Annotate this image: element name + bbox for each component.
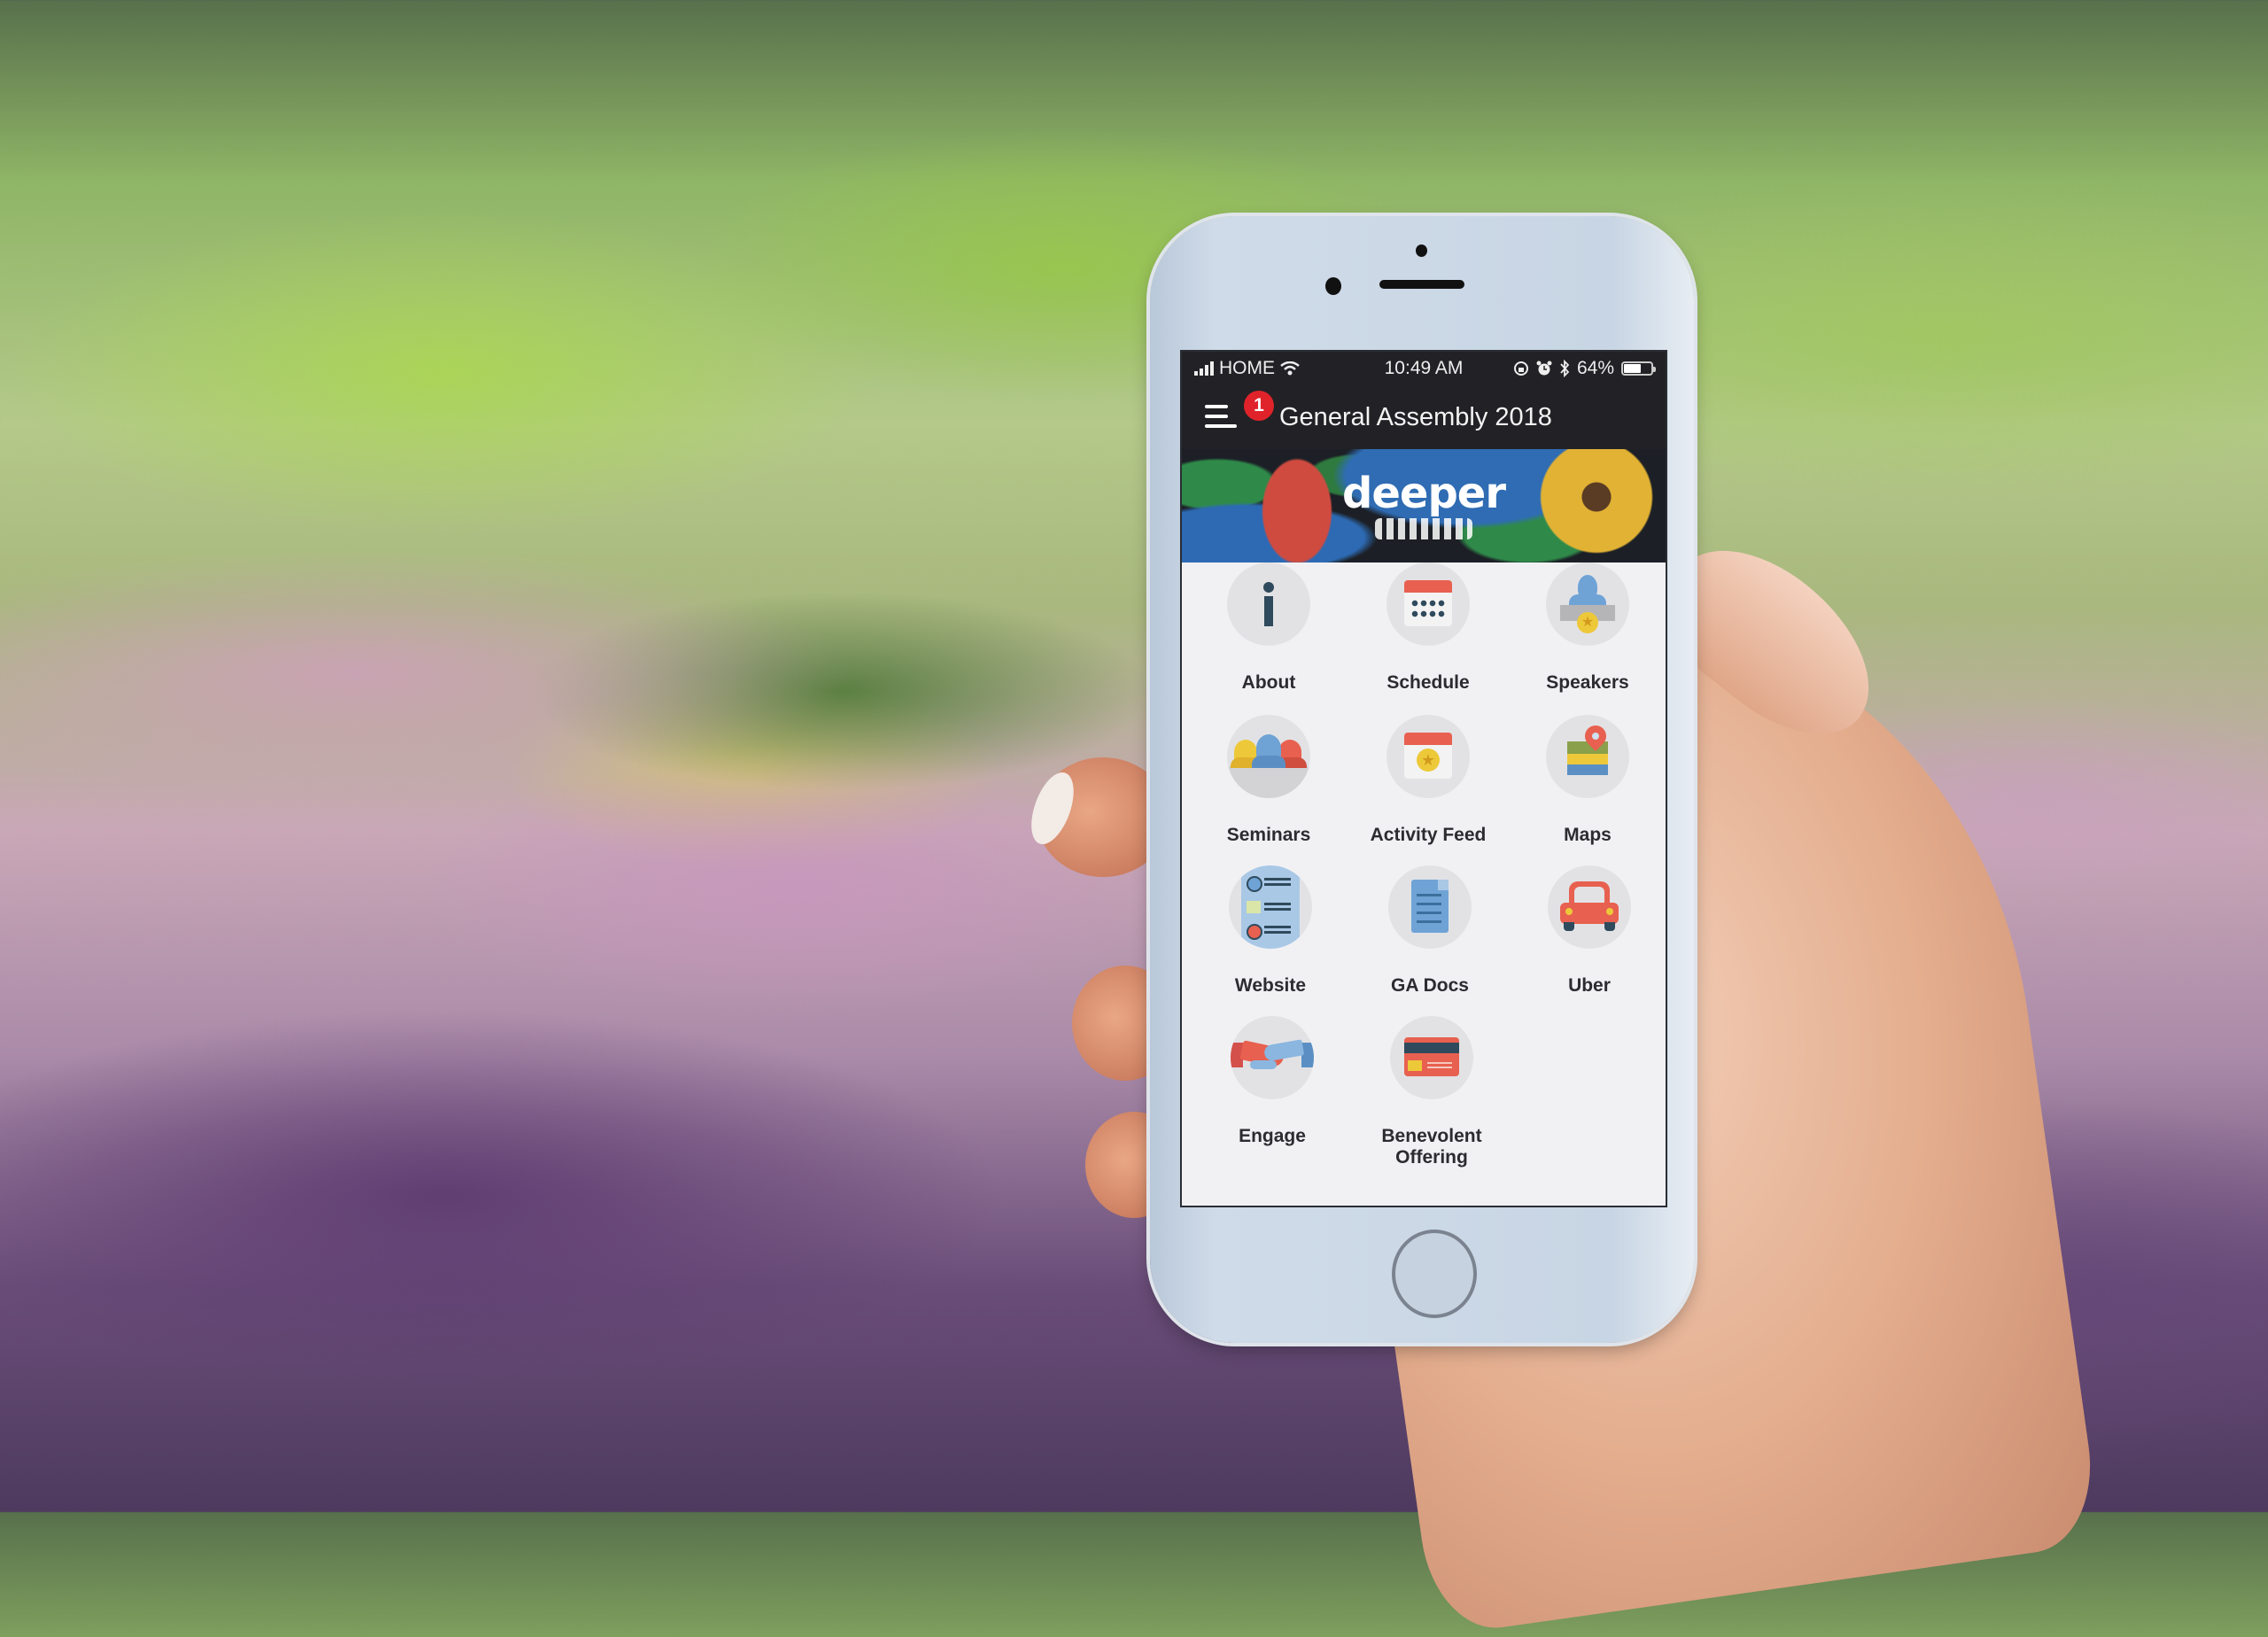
home-button[interactable] [1392, 1230, 1477, 1318]
info-icon [1227, 562, 1310, 646]
calendar-star-icon: ★ [1386, 715, 1470, 798]
wifi-icon [1280, 361, 1300, 376]
notification-badge: 1 [1244, 391, 1274, 421]
tile-label: Engage [1239, 1126, 1306, 1146]
battery-percent: 64% [1576, 358, 1614, 378]
credit-card-icon [1390, 1016, 1473, 1099]
clock: 10:49 AM [1384, 358, 1464, 378]
phone-screen: HOME 10:49 AM 64% 1 General Assembly 201… [1180, 350, 1667, 1207]
tile-label: Website [1234, 975, 1307, 996]
nav-bar: 1 General Assembly 2018 [1182, 385, 1666, 449]
tile-label: Benevolent Offering [1381, 1126, 1482, 1168]
handshake-icon [1231, 1016, 1314, 1099]
tile-label: Maps [1564, 825, 1612, 845]
tile-schedule[interactable]: Schedule [1348, 562, 1508, 694]
logo-ripple [1375, 518, 1472, 539]
battery-level [1624, 364, 1642, 373]
banner-logo: deeper [1341, 469, 1506, 518]
map-pin-icon [1546, 715, 1629, 798]
earpiece-speaker [1379, 280, 1464, 289]
background-scene [0, 0, 2268, 1637]
hamburger-menu-button[interactable]: 1 [1205, 391, 1274, 431]
carrier-label: HOME [1219, 358, 1275, 378]
proximity-sensor [1416, 244, 1427, 257]
tile-speakers[interactable]: ★ Speakers [1508, 562, 1666, 694]
alarm-icon [1536, 361, 1552, 376]
webpage-icon [1229, 865, 1312, 949]
group-icon [1227, 715, 1310, 798]
tile-label: Speakers [1546, 672, 1629, 693]
rotation-lock-icon [1513, 361, 1528, 376]
tile-label: About [1241, 672, 1296, 693]
bluetooth-icon [1560, 360, 1570, 377]
tile-maps[interactable]: Maps [1508, 715, 1666, 846]
battery-icon [1621, 361, 1656, 376]
event-banner: deeper [1182, 449, 1666, 562]
page-title: General Assembly 2018 [1279, 402, 1552, 431]
tile-activity-feed[interactable]: ★ Activity Feed [1348, 715, 1508, 846]
front-camera [1325, 277, 1341, 295]
tile-seminars[interactable]: Seminars [1189, 715, 1348, 846]
status-bar: HOME 10:49 AM 64% [1182, 352, 1666, 385]
tile-website[interactable]: Website [1191, 865, 1350, 997]
tile-label: GA Docs [1391, 975, 1469, 996]
car-icon [1548, 865, 1631, 949]
tile-label: Activity Feed [1370, 825, 1487, 845]
signal-icon [1194, 361, 1214, 376]
document-icon [1388, 865, 1472, 949]
speaker-podium-icon: ★ [1546, 562, 1629, 646]
calendar-icon [1386, 562, 1470, 646]
tile-engage[interactable]: Engage [1192, 1016, 1352, 1147]
tile-label: Seminars [1226, 825, 1311, 845]
tile-uber[interactable]: Uber [1510, 865, 1666, 997]
tile-label: Uber [1568, 975, 1611, 996]
tile-ga-docs[interactable]: GA Docs [1350, 865, 1510, 997]
tile-label: Schedule [1386, 672, 1470, 693]
tile-benevolent-offering[interactable]: Benevolent Offering [1352, 1016, 1511, 1168]
tile-about[interactable]: About [1189, 562, 1348, 694]
